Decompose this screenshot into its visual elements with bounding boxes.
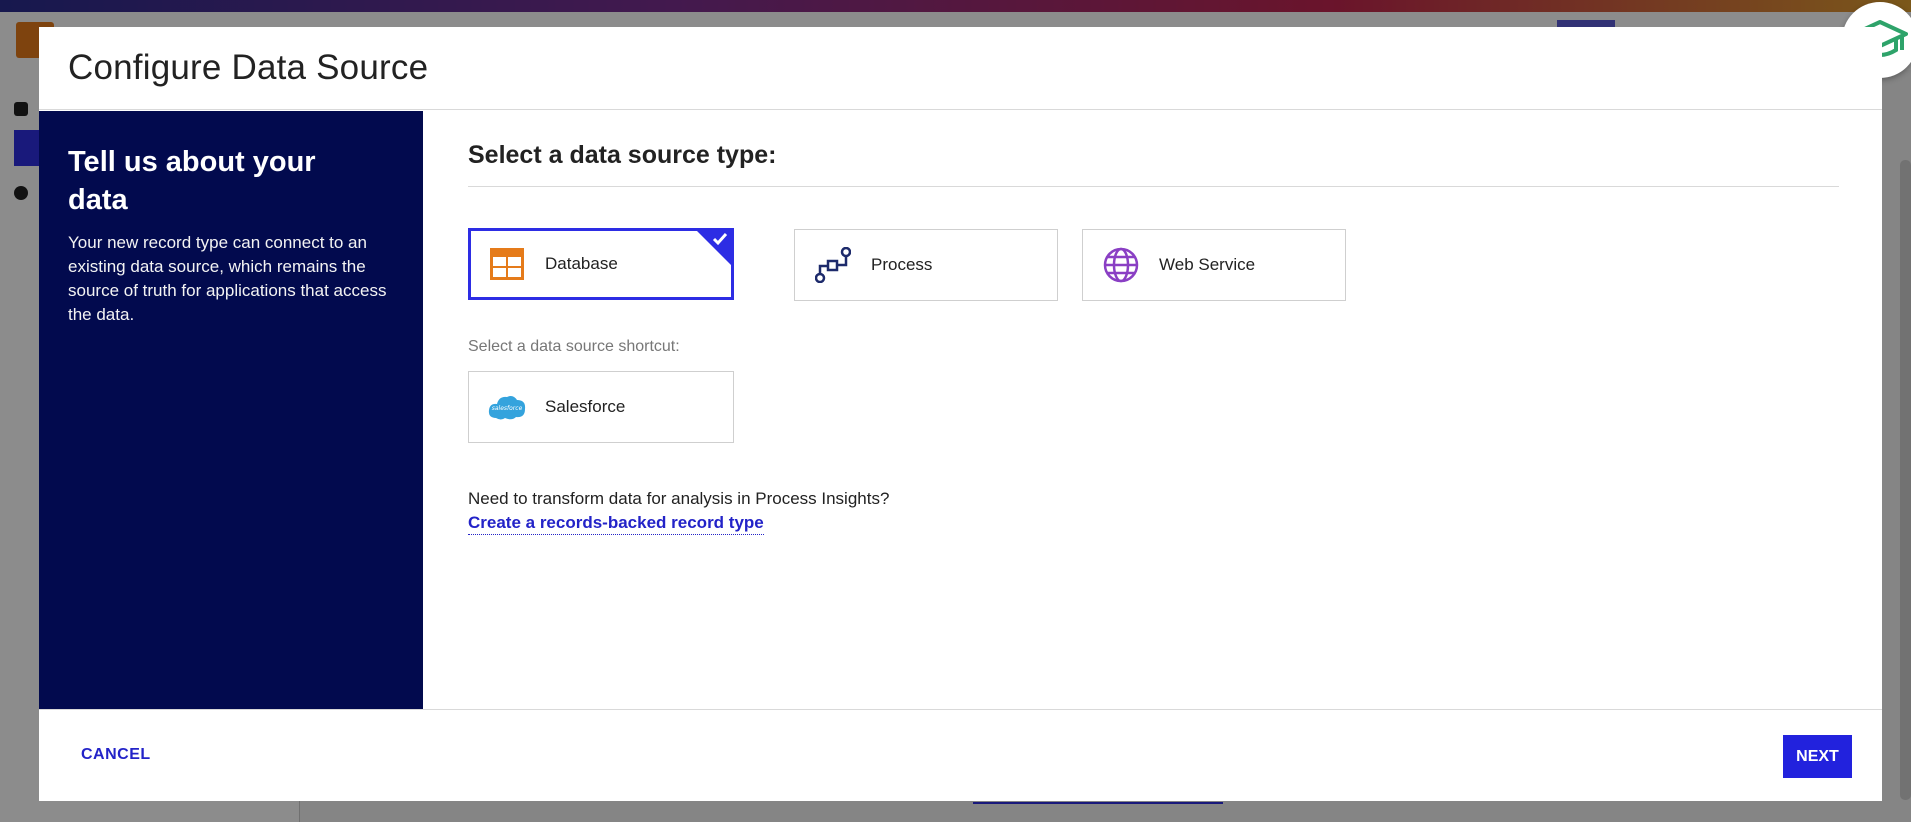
svg-text:salesforce: salesforce [492, 405, 523, 412]
process-option-card[interactable]: Process [794, 229, 1058, 301]
shortcut-label: Select a data source shortcut: [468, 338, 680, 355]
next-button[interactable]: NEXT [1783, 735, 1852, 778]
web-service-option-card[interactable]: Web Service [1082, 229, 1346, 301]
cancel-button[interactable]: CANCEL [81, 746, 151, 764]
salesforce-cloud-icon: salesforce [487, 387, 527, 427]
database-option-card[interactable]: Database [468, 228, 734, 300]
salesforce-shortcut-label: Salesforce [545, 397, 626, 416]
dialog-footer: CANCEL NEXT [39, 709, 1882, 801]
create-records-backed-link[interactable]: Create a records-backed record type [468, 513, 764, 535]
globe-icon [1101, 245, 1141, 285]
salesforce-shortcut-card[interactable]: salesforce Salesforce [468, 371, 734, 443]
checkmark-icon [712, 233, 728, 246]
web-service-option-label: Web Service [1159, 255, 1256, 274]
section-divider [468, 186, 1839, 187]
configure-data-source-dialog: Configure Data Source Tell us about your… [39, 27, 1882, 801]
process-flow-icon [813, 245, 853, 285]
process-option-label: Process [871, 255, 933, 274]
source-type-title: Select a data source type: [468, 141, 777, 169]
info-panel-heading: Tell us about your data [68, 146, 316, 216]
dialog-header: Configure Data Source [39, 27, 1882, 110]
dialog-content: Select a data source type: Database Proc… [423, 111, 1882, 709]
dialog-title: Configure Data Source [68, 48, 429, 87]
database-table-icon [487, 244, 527, 284]
info-panel-description: Your new record type can connect to an e… [68, 233, 387, 324]
transform-prompt: Need to transform data for analysis in P… [468, 489, 890, 508]
database-option-label: Database [545, 254, 618, 273]
info-panel: Tell us about your data Your new record … [39, 111, 423, 709]
